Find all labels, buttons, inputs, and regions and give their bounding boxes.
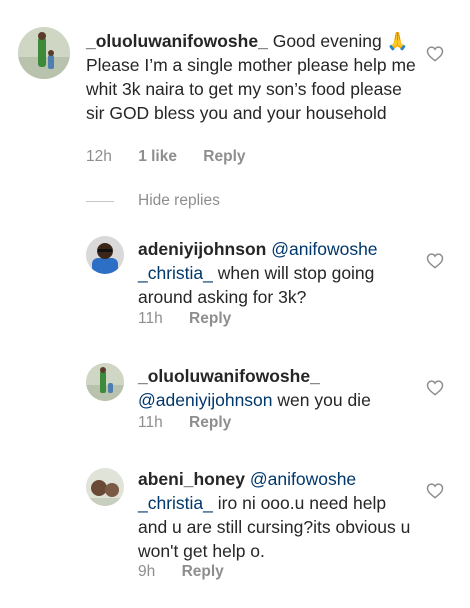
comment-text: _oluoluwanifowoshe_ @adeniyijohnson wen … [138,364,408,412]
hide-replies-label: Hide replies [138,192,220,209]
comment-username[interactable]: abeni_honey [138,469,245,489]
comment-body: wen you die [277,390,371,410]
reply-button[interactable]: Reply [189,414,231,432]
comment-item: _oluoluwanifowoshe_ Good evening 🙏 Pleas… [0,0,470,180]
avatar-photo-icon [86,236,124,274]
avatar[interactable] [86,363,124,401]
comment-username[interactable]: _oluoluwanifowoshe_ [138,366,320,386]
heart-outline-icon[interactable] [426,482,444,499]
comment-likes[interactable]: 1 like [138,148,177,166]
avatar[interactable] [86,468,124,506]
avatar[interactable] [86,236,124,274]
reply-button[interactable]: Reply [189,310,231,328]
comment-text: adeniyijohnson @anifowoshe _christia_ wh… [138,237,408,309]
avatar-photo-icon [86,363,124,401]
reply-item: abeni_honey @anifowoshe _christia_ iro n… [0,458,470,593]
avatar[interactable] [18,27,70,79]
avatar-photo-icon [86,468,124,506]
heart-outline-icon[interactable] [426,379,444,396]
reply-button[interactable]: Reply [182,563,224,581]
comment-time: 12h [86,148,112,165]
heart-outline-icon[interactable] [426,45,444,62]
comment-text: _oluoluwanifowoshe_ Good evening 🙏 Pleas… [86,29,416,125]
comment-time: 11h [138,414,163,431]
reply-item: _oluoluwanifowoshe_ @adeniyijohnson wen … [0,355,470,445]
comment-text: abeni_honey @anifowoshe _christia_ iro n… [138,467,413,563]
comment-time: 9h [138,563,156,580]
comment-meta: 12h 1 like Reply [86,148,268,166]
hide-replies-button[interactable]: Hide replies [86,190,220,212]
comment-username[interactable]: _oluoluwanifowoshe_ [86,31,268,51]
divider [86,200,114,202]
comment-time: 11h [138,310,163,327]
comment-meta: 9h Reply [138,563,246,581]
comment-meta: 11h Reply [138,310,253,328]
avatar-photo-icon [18,27,70,79]
comment-meta: 11h Reply [138,414,253,432]
heart-outline-icon[interactable] [426,252,444,269]
reply-button[interactable]: Reply [203,148,245,166]
mention-link[interactable]: @adeniyijohnson [138,390,273,410]
comment-username[interactable]: adeniyijohnson [138,239,266,259]
reply-item: adeniyijohnson @anifowoshe _christia_ wh… [0,228,470,338]
